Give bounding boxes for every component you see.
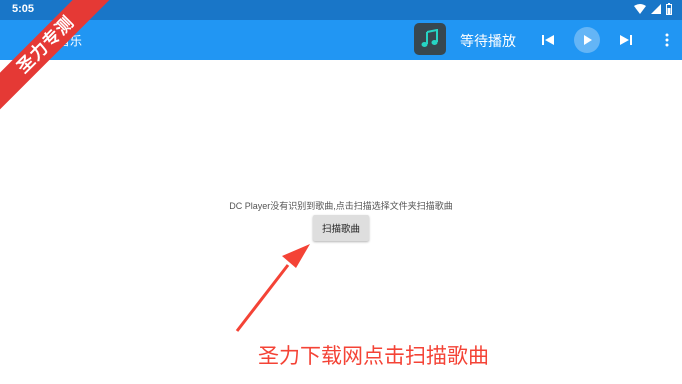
empty-message: DC Player没有识别到歌曲,点击扫描选择文件夹扫描歌曲: [229, 201, 453, 211]
now-playing-label[interactable]: 等待播放: [460, 31, 516, 51]
annotation-caption: 圣力下载网点击扫描歌曲: [258, 345, 489, 368]
scan-songs-button[interactable]: 扫描歌曲: [313, 215, 369, 241]
annotation-arrow-icon: [235, 244, 310, 332]
previous-icon[interactable]: [538, 30, 558, 50]
status-icons: [634, 3, 672, 15]
battery-icon: [666, 3, 672, 15]
play-icon[interactable]: [574, 27, 600, 53]
ribbon-text: 圣力专测: [0, 0, 110, 110]
wifi-icon: [634, 4, 646, 14]
music-note-icon: [421, 29, 438, 47]
album-art-icon[interactable]: [414, 23, 446, 55]
watermark-ribbon: 圣力专测: [0, 0, 110, 110]
signal-icon: [651, 4, 661, 14]
next-icon[interactable]: [616, 30, 636, 50]
more-icon[interactable]: [660, 30, 674, 50]
